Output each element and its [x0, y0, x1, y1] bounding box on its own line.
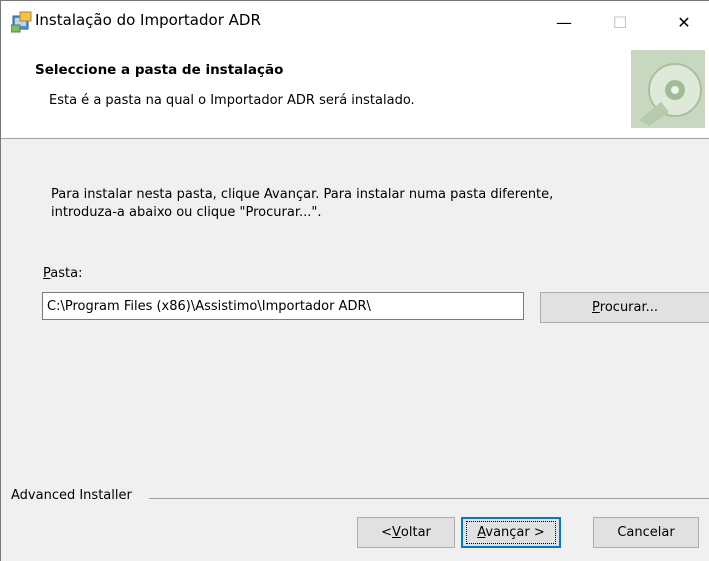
minimize-button[interactable]: — — [541, 1, 587, 43]
browse-label-rest: rocurar... — [599, 300, 659, 315]
installer-window: Instalação do Importador ADR — ☐ ✕ Selec… — [0, 0, 709, 561]
disc-logo-icon — [631, 50, 705, 128]
browse-mnemonic: P — [591, 300, 600, 315]
title-bar: Instalação do Importador ADR — ☐ ✕ — [1, 0, 709, 43]
next-focus-rect: Avançar > — [466, 521, 556, 544]
advanced-installer-brand: Advanced Installer — [11, 488, 132, 503]
next-label-rest: vançar > — [485, 525, 545, 540]
cancel-button[interactable]: Cancelar — [593, 517, 699, 548]
back-mnemonic: V — [392, 525, 401, 540]
next-button[interactable]: Avançar > — [461, 517, 561, 548]
folder-label-rest: asta: — [50, 266, 83, 281]
instructions-line-1: Para instalar nesta pasta, clique Avança… — [51, 187, 554, 202]
instructions-line-2: introduza-a abaixo ou clique "Procurar..… — [51, 205, 322, 220]
instructions-text: Para instalar nesta pasta, clique Avança… — [51, 186, 651, 222]
back-prefix: < — [381, 525, 392, 540]
footer-divider — [149, 498, 709, 499]
page-title: Seleccione a pasta de instalação — [35, 62, 284, 78]
back-button[interactable]: < Voltar — [357, 517, 455, 548]
maximize-button[interactable]: ☐ — [597, 1, 643, 43]
close-button[interactable]: ✕ — [661, 1, 707, 43]
install-path-input[interactable] — [42, 292, 524, 320]
header-panel — [1, 42, 709, 139]
back-label-rest: oltar — [400, 525, 431, 540]
window-title: Instalação do Importador ADR — [35, 11, 261, 29]
installer-icon — [10, 11, 33, 33]
page-subtitle: Esta é a pasta na qual o Importador ADR … — [49, 93, 415, 108]
folder-label: Pasta: — [43, 266, 82, 281]
browse-button[interactable]: Procurar... — [540, 292, 709, 323]
